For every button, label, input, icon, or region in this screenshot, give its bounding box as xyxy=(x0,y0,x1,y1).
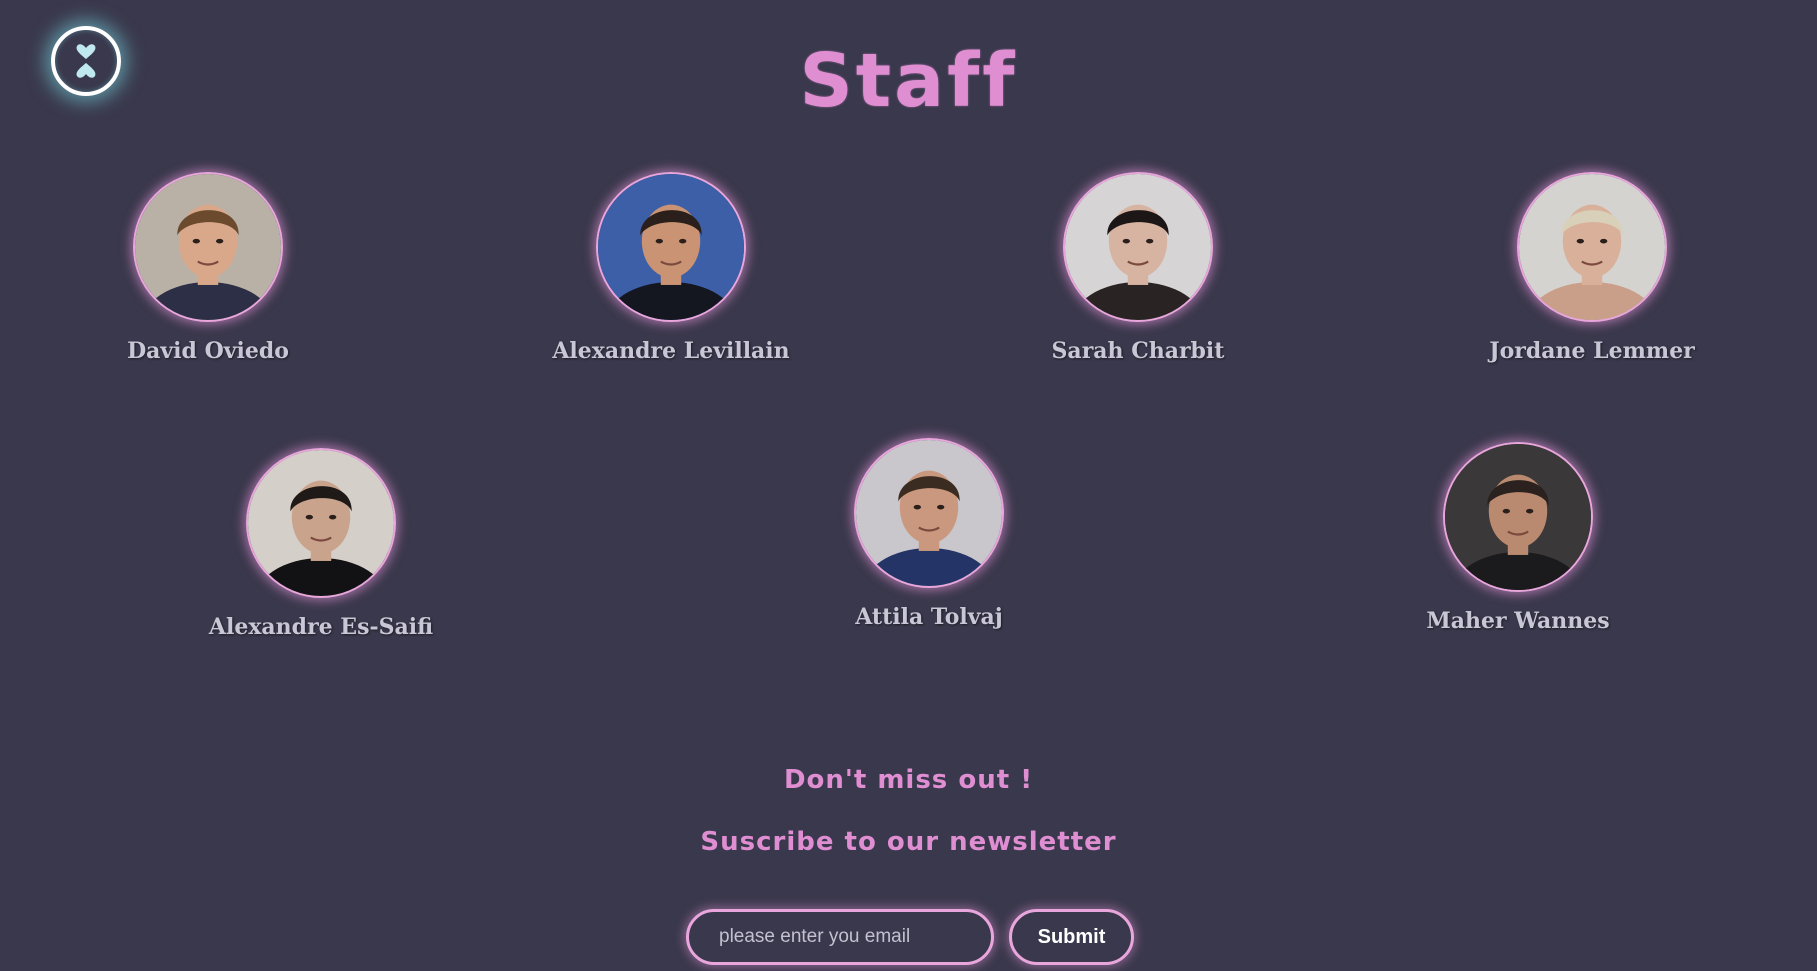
avatar xyxy=(246,448,396,598)
staff-member-name: Alexandre Levillain xyxy=(552,338,790,364)
newsletter-title: Don't miss out ! xyxy=(783,765,1034,795)
email-input[interactable] xyxy=(686,909,994,965)
staff-member: David Oviedo xyxy=(88,172,328,364)
avatar xyxy=(1063,172,1213,322)
submit-button[interactable]: Submit xyxy=(1009,909,1134,965)
avatar xyxy=(854,438,1004,588)
staff-member: Attila Tolvaj xyxy=(809,438,1049,630)
staff-member: Alexandre Levillain xyxy=(551,172,791,364)
staff-page: Staff David Oviedo Alexandre Levillain Sar… xyxy=(0,0,1817,971)
staff-member-name: Attila Tolvaj xyxy=(855,604,1003,630)
staff-member: Alexandre Es-Saifi xyxy=(201,448,441,640)
staff-member-name: Maher Wannes xyxy=(1426,608,1610,634)
staff-member-name: David Oviedo xyxy=(127,338,289,364)
staff-member-name: Alexandre Es-Saifi xyxy=(208,614,434,640)
page-title: Staff xyxy=(799,38,1018,124)
staff-member: Jordane Lemmer xyxy=(1472,172,1712,364)
staff-member: Sarah Charbit xyxy=(1018,172,1258,364)
avatar xyxy=(596,172,746,322)
avatar xyxy=(133,172,283,322)
staff-member-name: Sarah Charbit xyxy=(1051,338,1225,364)
staff-member-name: Jordane Lemmer xyxy=(1489,338,1695,364)
newsletter-subtitle: Suscribe to our newsletter xyxy=(700,827,1117,857)
avatar xyxy=(1517,172,1667,322)
staff-member: Maher Wannes xyxy=(1398,442,1638,634)
avatar xyxy=(1443,442,1593,592)
